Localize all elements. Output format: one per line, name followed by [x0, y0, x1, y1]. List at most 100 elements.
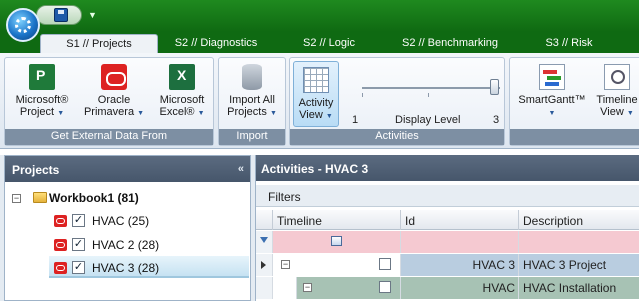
timeline-icon	[604, 64, 630, 90]
button-label: Excel®	[159, 106, 195, 118]
save-icon[interactable]	[54, 8, 68, 22]
button-label: Primavera	[83, 106, 135, 118]
row-header-corner	[256, 210, 272, 230]
button-label: Import All	[229, 94, 275, 106]
chevron-down-icon: ▼	[548, 110, 556, 117]
chevron-down-icon: ▼	[57, 110, 65, 117]
id-cell[interactable]: HVAC	[400, 277, 518, 299]
row-checkbox[interactable]	[379, 258, 391, 270]
chevron-down-icon: ▼	[626, 110, 634, 117]
oracle-icon	[101, 64, 127, 90]
activities-panel: Activities - HVAC 3 Filters Timeline Id …	[255, 155, 639, 301]
chevron-down-icon[interactable]: ▼	[88, 10, 97, 20]
button-label: Activity	[298, 97, 334, 109]
description-cell[interactable]: HVAC Installation	[518, 277, 639, 299]
row-checkbox[interactable]	[379, 281, 391, 293]
oracle-project-icon	[54, 239, 67, 251]
project-label: HVAC (25)	[92, 214, 150, 228]
display-level-max: 3	[493, 114, 500, 126]
slider-tick	[362, 93, 363, 97]
project-checkbox[interactable]: ✓	[72, 261, 85, 274]
description-cell[interactable]: HVAC 3 Project	[518, 254, 639, 276]
column-header-timeline[interactable]: Timeline	[272, 210, 400, 230]
tab-risk[interactable]: S3 // Risk	[536, 34, 602, 53]
row-arrow-icon	[261, 261, 266, 269]
timeline-view-button[interactable]: Timeline View ▼	[592, 64, 639, 120]
application-menu-button[interactable]	[6, 8, 40, 42]
oracle-project-icon	[54, 215, 67, 227]
tree-item-project[interactable]: ✓ HVAC 2 (28)	[5, 238, 245, 258]
filter-row[interactable]	[256, 231, 639, 253]
button-label: Project	[19, 106, 55, 118]
tab-benchmarking[interactable]: S2 // Benchmarking	[390, 34, 510, 53]
group-import: Import All Projects ▼ Import	[218, 57, 286, 146]
filter-icon	[260, 237, 268, 243]
group-get-external-data: Microsoft® Project ▼ Oracle Primavera ▼ …	[4, 57, 214, 146]
tree-item-project-selected[interactable]: ✓ HVAC 3 (28)	[5, 261, 245, 281]
slider-tick	[428, 93, 429, 97]
column-header-id[interactable]: Id	[400, 210, 518, 230]
import-primavera-button[interactable]: Oracle Primavera ▼	[83, 64, 145, 120]
table-row[interactable]: − HVAC HVAC Installation	[256, 277, 639, 299]
group-label	[510, 129, 639, 145]
group-views: SmartGantt™ ▼ Timeline View ▼	[509, 57, 639, 146]
group-label: Import	[219, 129, 285, 145]
project-label: HVAC 3 (28)	[92, 261, 160, 275]
grid-header: Timeline Id Description	[256, 210, 639, 230]
panel-title: Activities - HVAC 3	[261, 162, 369, 176]
column-header-description[interactable]: Description	[518, 210, 639, 230]
activity-view-button[interactable]: Activity View ▼	[293, 61, 339, 127]
chevron-down-icon: ▼	[197, 110, 205, 117]
chevron-down-icon: ▼	[137, 110, 145, 117]
import-ms-project-button[interactable]: Microsoft® Project ▼	[11, 64, 73, 120]
smartgantt-button[interactable]: SmartGantt™ ▼	[514, 64, 590, 120]
collapse-panel-icon[interactable]: «	[238, 163, 244, 175]
display-level-slider-track[interactable]	[362, 87, 500, 89]
activities-panel-header: Activities - HVAC 3	[256, 155, 639, 181]
project-label: HVAC 2 (28)	[92, 238, 160, 252]
table-row[interactable]: − HVAC 3 HVAC 3 Project	[256, 254, 639, 276]
collapse-row-icon[interactable]: −	[281, 260, 290, 269]
display-level-label: Display Level	[395, 114, 461, 126]
ms-project-icon	[29, 64, 55, 90]
filter-cell-timeline[interactable]	[272, 231, 400, 253]
indent-cell	[272, 277, 296, 299]
button-label: Projects	[227, 106, 267, 118]
tree-item-workbook[interactable]: − Workbook1 (81)	[5, 190, 245, 210]
tab-diagnostics[interactable]: S2 // Diagnostics	[166, 34, 266, 53]
filter-toggle-icon[interactable]	[331, 236, 342, 246]
collapse-tree-icon[interactable]: −	[12, 194, 21, 203]
id-cell[interactable]: HVAC 3	[400, 254, 518, 276]
button-label: View	[600, 106, 624, 118]
tab-logic[interactable]: S2 // Logic	[293, 34, 365, 53]
project-checkbox[interactable]: ✓	[72, 238, 85, 251]
filter-cell-description[interactable]	[518, 231, 639, 253]
display-level-min: 1	[352, 114, 359, 126]
group-label: Get External Data From	[5, 129, 213, 145]
display-level-slider-thumb[interactable]	[490, 79, 499, 95]
tree-item-project[interactable]: ✓ HVAC (25)	[5, 214, 245, 234]
row-selector[interactable]	[256, 254, 272, 276]
folder-icon	[33, 192, 47, 203]
row-selector[interactable]	[256, 277, 272, 299]
grid-icon	[303, 67, 329, 93]
button-label: Microsoft	[159, 94, 205, 106]
app-logo-icon	[15, 17, 31, 33]
timeline-cell[interactable]: −	[296, 277, 400, 299]
import-all-projects-button[interactable]: Import All Projects ▼	[221, 64, 283, 120]
filter-cell-id[interactable]	[400, 231, 518, 253]
filters-label: Filters	[268, 190, 301, 204]
timeline-cell[interactable]: −	[272, 254, 400, 276]
import-excel-button[interactable]: Microsoft Excel® ▼	[151, 64, 213, 120]
workbook-label: Workbook1 (81)	[49, 191, 139, 205]
ribbon-tab-strip: S1 // Projects S2 // Diagnostics S2 // L…	[0, 32, 639, 53]
database-icon	[242, 64, 262, 90]
filters-bar[interactable]: Filters	[256, 185, 639, 207]
tab-projects[interactable]: S1 // Projects	[40, 34, 158, 53]
collapse-row-icon[interactable]: −	[303, 283, 312, 292]
project-checkbox[interactable]: ✓	[72, 214, 85, 227]
button-label: SmartGantt™	[518, 94, 586, 106]
filter-row-marker	[256, 231, 272, 253]
excel-icon	[169, 64, 195, 90]
button-label: Microsoft®	[15, 94, 69, 106]
